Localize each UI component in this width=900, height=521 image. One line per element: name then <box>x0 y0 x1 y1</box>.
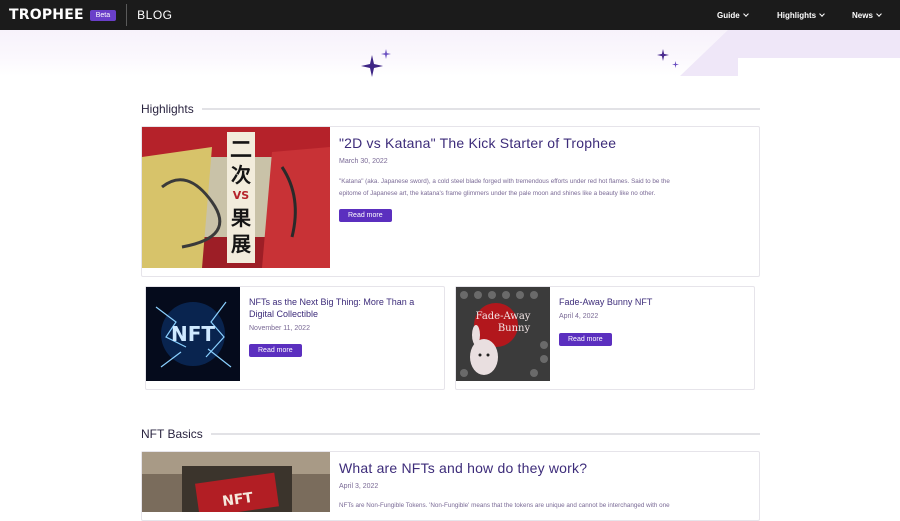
chevron-down-icon <box>876 10 882 17</box>
sparkle-icon <box>672 61 679 68</box>
trophee-logo[interactable]: TROPHEE <box>9 7 84 23</box>
post-title-line: Digital Collectible <box>249 309 319 319</box>
post-thumbnail-image[interactable]: Fade-Away Bunny <box>456 287 550 381</box>
section-title: NFT Basics <box>141 427 203 441</box>
nft-image-text: NFT <box>171 322 215 346</box>
sparkle-icon <box>361 55 383 77</box>
nav-news-label: News <box>852 10 873 20</box>
post-thumbnail-image[interactable]: 二 次 VS 果 展 <box>142 127 330 268</box>
post-card[interactable]: Fade-Away Bunny Fade-Away Bunny NFT Apri… <box>455 286 755 390</box>
nav-highlights-label: Highlights <box>777 10 817 20</box>
post-excerpt: "Katana" (aka. Japanese sword), a cold s… <box>339 176 749 200</box>
chevron-down-icon <box>742 10 749 17</box>
post-date: March 30, 2022 <box>339 158 388 165</box>
hero-banner <box>0 30 900 76</box>
post-title[interactable]: What are NFTs and how do they work? <box>339 460 587 476</box>
post-thumbnail-image[interactable]: NFT <box>142 452 330 512</box>
post-title[interactable]: "2D vs Katana" The Kick Starter of Troph… <box>339 135 616 151</box>
post-thumbnail-image[interactable]: NFT <box>146 287 240 381</box>
post-title[interactable]: NFTs as the Next Big Thing: More Than a … <box>249 296 434 320</box>
bunny-image-text: Bunny <box>498 323 531 334</box>
beta-badge: Beta <box>89 9 117 21</box>
section-header-nft-basics: NFT Basics <box>141 427 760 441</box>
divider <box>210 433 760 435</box>
read-more-button[interactable]: Read more <box>339 209 392 222</box>
post-excerpt: NFTs are Non-Fungible Tokens. 'Non-Fungi… <box>339 502 670 509</box>
read-more-button[interactable]: Read more <box>249 344 302 357</box>
post-title-line: NFTs as the Next Big Thing: More Than a <box>249 297 415 307</box>
hero-decoration <box>738 58 900 76</box>
nav-guide-label: Guide <box>717 10 740 20</box>
divider <box>126 4 128 26</box>
svg-text:果: 果 <box>231 206 251 230</box>
post-date: April 3, 2022 <box>339 483 379 490</box>
read-more-button[interactable]: Read more <box>559 333 612 346</box>
nav-guide[interactable]: Guide <box>717 0 749 30</box>
chevron-down-icon <box>819 10 825 17</box>
blog-title[interactable]: BLOG <box>137 8 172 22</box>
post-title[interactable]: Fade-Away Bunny NFT <box>559 296 744 308</box>
post-date: April 4, 2022 <box>559 313 599 320</box>
post-card[interactable]: NFT NFTs as the Next Big Thing: More Tha… <box>145 286 445 390</box>
divider <box>201 108 760 110</box>
featured-post-card[interactable]: NFT What are NFTs and how do they work? … <box>141 451 760 521</box>
svg-text:二: 二 <box>230 137 252 163</box>
post-excerpt-line: epitome of Japanese art, the katana's fr… <box>339 190 656 197</box>
featured-post-card[interactable]: 二 次 VS 果 展 "2D vs Katana" The Kick Start… <box>141 126 760 277</box>
nav-news[interactable]: News <box>852 0 882 30</box>
post-excerpt-line: "Katana" (aka. Japanese sword), a cold s… <box>339 178 670 185</box>
section-title: Highlights <box>141 102 194 116</box>
nav-highlights[interactable]: Highlights <box>777 0 825 30</box>
svg-text:展: 展 <box>231 232 251 256</box>
bunny-image-text: Fade-Away <box>476 311 531 322</box>
svg-text:VS: VS <box>233 189 250 202</box>
post-date: November 11, 2022 <box>249 325 310 332</box>
sparkle-icon <box>657 49 669 61</box>
sparkle-icon <box>381 49 391 59</box>
svg-text:次: 次 <box>231 163 251 187</box>
section-header-highlights: Highlights <box>141 102 760 116</box>
top-navbar: TROPHEE Beta BLOG <box>0 0 900 30</box>
